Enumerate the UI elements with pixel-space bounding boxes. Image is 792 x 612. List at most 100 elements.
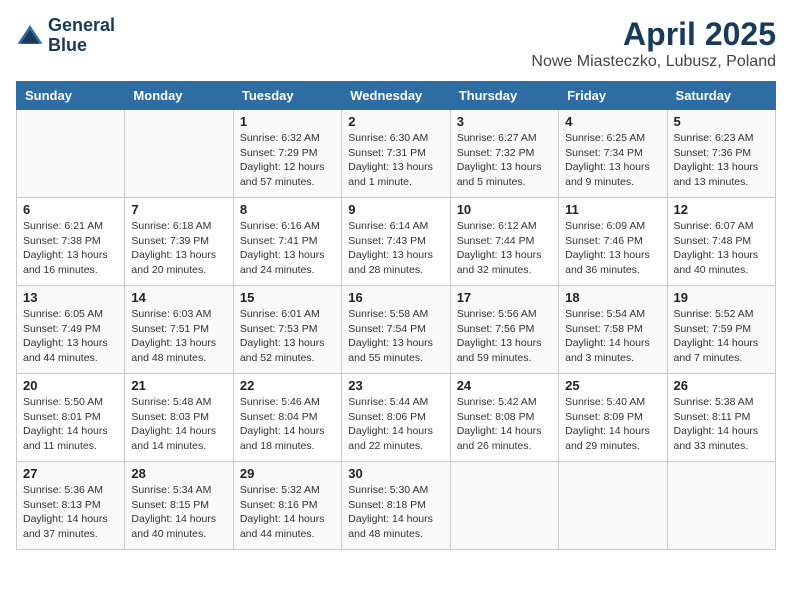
day-info: Sunrise: 5:30 AM Sunset: 8:18 PM Dayligh…	[348, 483, 443, 542]
day-number: 10	[457, 202, 552, 217]
day-number: 16	[348, 290, 443, 305]
day-cell	[450, 462, 558, 550]
day-cell	[667, 462, 775, 550]
day-cell	[125, 110, 233, 198]
day-number: 23	[348, 378, 443, 393]
day-info: Sunrise: 6:03 AM Sunset: 7:51 PM Dayligh…	[131, 307, 226, 366]
week-row-4: 20Sunrise: 5:50 AM Sunset: 8:01 PM Dayli…	[17, 374, 776, 462]
day-info: Sunrise: 5:58 AM Sunset: 7:54 PM Dayligh…	[348, 307, 443, 366]
day-cell: 30 Sunrise: 5:30 AM Sunset: 8:18 PM Dayli…	[342, 462, 450, 550]
day-cell: 29 Sunrise: 5:32 AM Sunset: 8:16 PM Dayli…	[233, 462, 341, 550]
day-number: 20	[23, 378, 118, 393]
day-info: Sunrise: 6:21 AM Sunset: 7:38 PM Dayligh…	[23, 219, 118, 278]
day-info: Sunrise: 6:01 AM Sunset: 7:53 PM Dayligh…	[240, 307, 335, 366]
day-cell: 14 Sunrise: 6:03 AM Sunset: 7:51 PM Dayli…	[125, 286, 233, 374]
day-cell: 23 Sunrise: 5:44 AM Sunset: 8:06 PM Dayli…	[342, 374, 450, 462]
day-info: Sunrise: 5:46 AM Sunset: 8:04 PM Dayligh…	[240, 395, 335, 454]
day-info: Sunrise: 6:05 AM Sunset: 7:49 PM Dayligh…	[23, 307, 118, 366]
day-number: 21	[131, 378, 226, 393]
day-info: Sunrise: 5:32 AM Sunset: 8:16 PM Dayligh…	[240, 483, 335, 542]
day-number: 12	[674, 202, 769, 217]
header-cell-monday: Monday	[125, 82, 233, 110]
day-cell	[17, 110, 125, 198]
day-cell: 13 Sunrise: 6:05 AM Sunset: 7:49 PM Dayli…	[17, 286, 125, 374]
day-info: Sunrise: 6:12 AM Sunset: 7:44 PM Dayligh…	[457, 219, 552, 278]
calendar-body: 1 Sunrise: 6:32 AM Sunset: 7:29 PM Daylig…	[17, 110, 776, 550]
logo-icon	[16, 22, 44, 50]
day-info: Sunrise: 6:32 AM Sunset: 7:29 PM Dayligh…	[240, 131, 335, 190]
header-cell-wednesday: Wednesday	[342, 82, 450, 110]
day-number: 1	[240, 114, 335, 129]
day-cell: 5 Sunrise: 6:23 AM Sunset: 7:36 PM Daylig…	[667, 110, 775, 198]
day-cell: 25 Sunrise: 5:40 AM Sunset: 8:09 PM Dayli…	[559, 374, 667, 462]
day-number: 24	[457, 378, 552, 393]
day-info: Sunrise: 6:23 AM Sunset: 7:36 PM Dayligh…	[674, 131, 769, 190]
day-number: 17	[457, 290, 552, 305]
page-header: General Blue April 2025 Nowe Miasteczko,…	[16, 16, 776, 71]
day-info: Sunrise: 5:52 AM Sunset: 7:59 PM Dayligh…	[674, 307, 769, 366]
day-cell: 11 Sunrise: 6:09 AM Sunset: 7:46 PM Dayli…	[559, 198, 667, 286]
header-cell-saturday: Saturday	[667, 82, 775, 110]
day-info: Sunrise: 5:34 AM Sunset: 8:15 PM Dayligh…	[131, 483, 226, 542]
day-cell: 17 Sunrise: 5:56 AM Sunset: 7:56 PM Dayli…	[450, 286, 558, 374]
header-row: SundayMondayTuesdayWednesdayThursdayFrid…	[17, 82, 776, 110]
day-cell	[559, 462, 667, 550]
day-number: 13	[23, 290, 118, 305]
day-number: 19	[674, 290, 769, 305]
day-info: Sunrise: 6:18 AM Sunset: 7:39 PM Dayligh…	[131, 219, 226, 278]
day-cell: 20Sunrise: 5:50 AM Sunset: 8:01 PM Dayli…	[17, 374, 125, 462]
day-cell: 7 Sunrise: 6:18 AM Sunset: 7:39 PM Daylig…	[125, 198, 233, 286]
day-info: Sunrise: 6:25 AM Sunset: 7:34 PM Dayligh…	[565, 131, 660, 190]
calendar-subtitle: Nowe Miasteczko, Lubusz, Poland	[531, 53, 776, 71]
title-block: April 2025 Nowe Miasteczko, Lubusz, Pola…	[531, 16, 776, 71]
day-number: 7	[131, 202, 226, 217]
day-number: 6	[23, 202, 118, 217]
day-number: 5	[674, 114, 769, 129]
day-info: Sunrise: 5:48 AM Sunset: 8:03 PM Dayligh…	[131, 395, 226, 454]
week-row-5: 27Sunrise: 5:36 AM Sunset: 8:13 PM Dayli…	[17, 462, 776, 550]
day-number: 14	[131, 290, 226, 305]
header-cell-sunday: Sunday	[17, 82, 125, 110]
day-cell: 8 Sunrise: 6:16 AM Sunset: 7:41 PM Daylig…	[233, 198, 341, 286]
day-number: 29	[240, 466, 335, 481]
day-cell: 3Sunrise: 6:27 AM Sunset: 7:32 PM Daylig…	[450, 110, 558, 198]
day-cell: 18Sunrise: 5:54 AM Sunset: 7:58 PM Dayli…	[559, 286, 667, 374]
day-number: 26	[674, 378, 769, 393]
day-cell: 22 Sunrise: 5:46 AM Sunset: 8:04 PM Dayli…	[233, 374, 341, 462]
day-number: 4	[565, 114, 660, 129]
header-cell-friday: Friday	[559, 82, 667, 110]
day-cell: 4 Sunrise: 6:25 AM Sunset: 7:34 PM Daylig…	[559, 110, 667, 198]
week-row-1: 1 Sunrise: 6:32 AM Sunset: 7:29 PM Daylig…	[17, 110, 776, 198]
day-cell: 1 Sunrise: 6:32 AM Sunset: 7:29 PM Daylig…	[233, 110, 341, 198]
day-number: 8	[240, 202, 335, 217]
day-number: 28	[131, 466, 226, 481]
day-info: Sunrise: 6:30 AM Sunset: 7:31 PM Dayligh…	[348, 131, 443, 190]
day-number: 18	[565, 290, 660, 305]
day-info: Sunrise: 6:16 AM Sunset: 7:41 PM Dayligh…	[240, 219, 335, 278]
day-info: Sunrise: 6:07 AM Sunset: 7:48 PM Dayligh…	[674, 219, 769, 278]
day-cell: 16 Sunrise: 5:58 AM Sunset: 7:54 PM Dayli…	[342, 286, 450, 374]
week-row-3: 13 Sunrise: 6:05 AM Sunset: 7:49 PM Dayli…	[17, 286, 776, 374]
day-number: 9	[348, 202, 443, 217]
day-number: 25	[565, 378, 660, 393]
day-cell: 24 Sunrise: 5:42 AM Sunset: 8:08 PM Dayli…	[450, 374, 558, 462]
day-number: 15	[240, 290, 335, 305]
day-info: Sunrise: 6:14 AM Sunset: 7:43 PM Dayligh…	[348, 219, 443, 278]
day-info: Sunrise: 5:44 AM Sunset: 8:06 PM Dayligh…	[348, 395, 443, 454]
day-number: 27	[23, 466, 118, 481]
day-number: 2	[348, 114, 443, 129]
day-number: 3	[457, 114, 552, 129]
day-number: 22	[240, 378, 335, 393]
calendar-table: SundayMondayTuesdayWednesdayThursdayFrid…	[16, 81, 776, 550]
day-cell: 21 Sunrise: 5:48 AM Sunset: 8:03 PM Dayli…	[125, 374, 233, 462]
day-info: Sunrise: 5:40 AM Sunset: 8:09 PM Dayligh…	[565, 395, 660, 454]
logo-text: General Blue	[48, 16, 115, 56]
day-info: Sunrise: 5:38 AM Sunset: 8:11 PM Dayligh…	[674, 395, 769, 454]
day-number: 11	[565, 202, 660, 217]
day-cell: 12 Sunrise: 6:07 AM Sunset: 7:48 PM Dayli…	[667, 198, 775, 286]
day-info: Sunrise: 5:42 AM Sunset: 8:08 PM Dayligh…	[457, 395, 552, 454]
day-number: 30	[348, 466, 443, 481]
header-cell-thursday: Thursday	[450, 82, 558, 110]
day-info: Sunrise: 5:56 AM Sunset: 7:56 PM Dayligh…	[457, 307, 552, 366]
day-info: Sunrise: 6:09 AM Sunset: 7:46 PM Dayligh…	[565, 219, 660, 278]
